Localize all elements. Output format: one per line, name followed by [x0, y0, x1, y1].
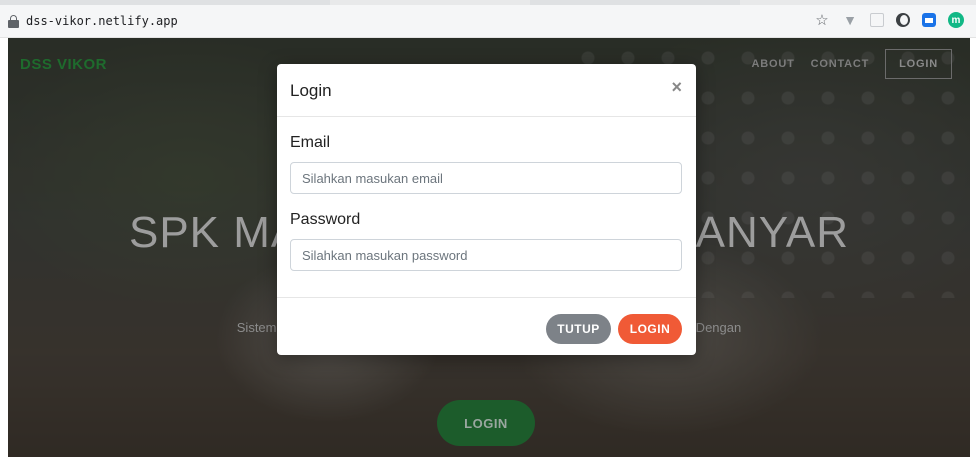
nav-link-about[interactable]: ABOUT [751, 58, 794, 70]
email-field[interactable] [290, 162, 682, 194]
login-modal: Login × Email Password TUTUP LOGIN [277, 64, 696, 355]
password-label: Password [290, 211, 361, 228]
star-icon[interactable]: ☆ [814, 12, 830, 29]
extension-toolbar: ☆ ▼ m [814, 10, 964, 30]
modal-header: Login × [277, 64, 696, 117]
vue-devtools-icon[interactable]: ▼ [842, 12, 858, 28]
calendar-extension-icon[interactable] [922, 13, 936, 27]
close-button[interactable]: TUTUP [546, 314, 611, 344]
modal-footer: TUTUP LOGIN [277, 297, 696, 355]
password-field[interactable] [290, 239, 682, 271]
login-button[interactable]: LOGIN [618, 314, 682, 344]
close-icon[interactable]: × [671, 78, 682, 96]
email-label: Email [290, 134, 331, 151]
extension-box-icon[interactable] [870, 13, 884, 27]
modal-title: Login [290, 81, 332, 100]
url-text[interactable]: dss-vikor.netlify.app [26, 14, 178, 28]
m-extension-icon[interactable]: m [948, 12, 964, 28]
hero-login-button[interactable]: LOGIN [437, 400, 535, 446]
address-bar[interactable]: dss-vikor.netlify.app [8, 10, 178, 32]
nav-login-button[interactable]: LOGIN [885, 49, 952, 79]
dark-mode-icon[interactable] [896, 13, 910, 27]
lock-icon[interactable] [8, 14, 19, 28]
navbar-brand[interactable]: DSS VIKOR [20, 56, 107, 73]
navbar-links: ABOUT CONTACT LOGIN [751, 49, 952, 79]
nav-link-contact[interactable]: CONTACT [811, 58, 870, 70]
browser-toolbar: dss-vikor.netlify.app ☆ ▼ m [0, 0, 976, 38]
tab-strip [0, 0, 976, 5]
